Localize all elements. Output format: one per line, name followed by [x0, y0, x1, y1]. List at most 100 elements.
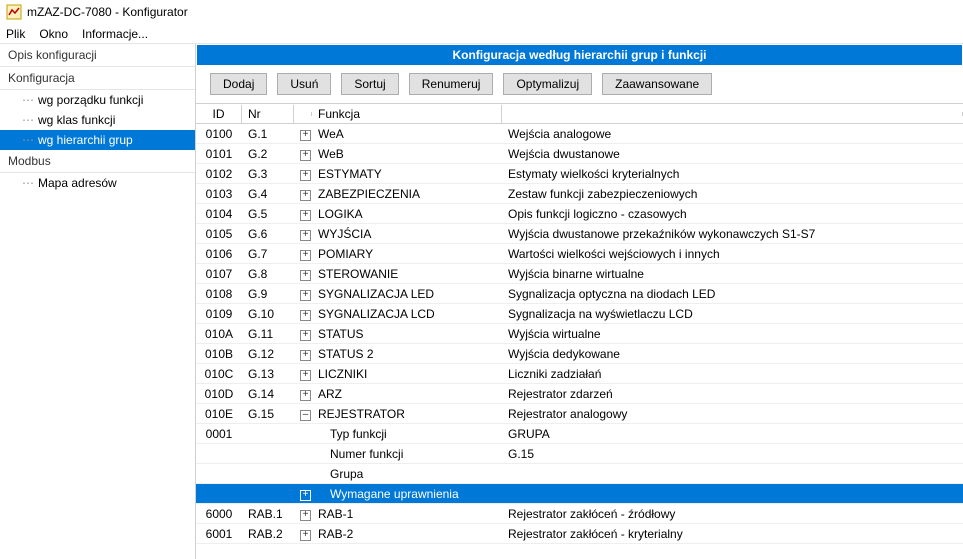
expand-icon[interactable]: + [294, 265, 312, 282]
grid-row[interactable]: 0102G.3+ESTYMATYEstymaty wielkości kryte… [196, 164, 963, 184]
grid-row[interactable]: 0105G.6+WYJŚCIAWyjścia dwustanowe przeka… [196, 224, 963, 244]
cell-func: WeB [312, 146, 502, 162]
grid-row[interactable]: 0103G.4+ZABEZPIECZENIAZestaw funkcji zab… [196, 184, 963, 204]
grid-row[interactable]: 010DG.14+ARZRejestrator zdarzeń [196, 384, 963, 404]
menu-item[interactable]: Okno [39, 27, 68, 41]
grid-row[interactable]: 0107G.8+STEROWANIEWyjścia binarne wirtua… [196, 264, 963, 284]
expand-icon[interactable]: + [294, 145, 312, 162]
content-pane: Konfiguracja według hierarchii grup i fu… [196, 44, 963, 559]
sidebar-item[interactable]: ⋯wg hierarchii grup [0, 130, 195, 150]
expand-icon[interactable]: + [294, 225, 312, 242]
sidebar-item[interactable]: ⋯wg klas funkcji [0, 110, 195, 130]
cell-func: STATUS 2 [312, 346, 502, 362]
cell-nr [242, 473, 294, 475]
plus-icon: + [300, 530, 311, 541]
expand-icon[interactable]: + [294, 205, 312, 222]
expand-icon[interactable]: + [294, 305, 312, 322]
menu-item[interactable]: Plik [6, 27, 25, 41]
plus-icon: + [300, 290, 311, 301]
cell-desc: Wyjścia binarne wirtualne [502, 266, 963, 282]
cell-nr: G.5 [242, 206, 294, 222]
cell-func: POMIARY [312, 246, 502, 262]
expand-icon[interactable]: + [294, 185, 312, 202]
expand-icon[interactable]: – [294, 405, 312, 422]
grid-row[interactable]: Grupa [196, 464, 963, 484]
grid-row[interactable]: 0106G.7+POMIARYWartości wielkości wejści… [196, 244, 963, 264]
cell-id: 0106 [196, 246, 242, 262]
toolbar-button[interactable]: Optymalizuj [503, 73, 592, 95]
sidebar-group-header[interactable]: Opis konfiguracji [0, 44, 195, 67]
plus-icon: + [300, 330, 311, 341]
cell-nr: G.1 [242, 126, 294, 142]
col-header-exp [294, 112, 312, 116]
grid-row[interactable]: 6000RAB.1+RAB-1Rejestrator zakłóceń - źr… [196, 504, 963, 524]
grid-row[interactable]: 0100G.1+WeAWejścia analogowe [196, 124, 963, 144]
expand-icon[interactable]: + [294, 345, 312, 362]
expand-icon[interactable]: + [294, 385, 312, 402]
expand-icon[interactable]: + [294, 245, 312, 262]
grid-row[interactable]: 010CG.13+LICZNIKILiczniki zadziałań [196, 364, 963, 384]
cell-desc: G.15 [502, 446, 963, 462]
toolbar-button[interactable]: Renumeruj [409, 73, 494, 95]
cell-desc [502, 493, 963, 495]
grid-row[interactable]: 0109G.10+SYGNALIZACJA LCDSygnalizacja na… [196, 304, 963, 324]
menu-item[interactable]: Informacje... [82, 27, 148, 41]
col-header-func[interactable]: Funkcja [312, 105, 502, 123]
window-title: mZAZ-DC-7080 - Konfigurator [27, 5, 188, 19]
toolbar-button[interactable]: Sortuj [341, 73, 398, 95]
grid-row[interactable]: 0101G.2+WeBWejścia dwustanowe [196, 144, 963, 164]
grid[interactable]: ID Nr Funkcja 0100G.1+WeAWejścia analogo… [196, 103, 963, 559]
col-header-id[interactable]: ID [196, 105, 242, 123]
toolbar-button[interactable]: Dodaj [210, 73, 267, 95]
grid-row[interactable]: 010EG.15–REJESTRATORRejestrator analogow… [196, 404, 963, 424]
cell-desc: Sygnalizacja na wyświetlaczu LCD [502, 306, 963, 322]
cell-func: SYGNALIZACJA LCD [312, 306, 502, 322]
cell-desc: Wyjścia dwustanowe przekaźników wykonawc… [502, 226, 963, 242]
cell-desc: Wejścia analogowe [502, 126, 963, 142]
sidebar-group-header[interactable]: Modbus [0, 150, 195, 173]
grid-row[interactable]: Numer funkcjiG.15 [196, 444, 963, 464]
expand-icon[interactable]: + [294, 165, 312, 182]
cell-id: 0108 [196, 286, 242, 302]
cell-func: ESTYMATY [312, 166, 502, 182]
cell-func: REJESTRATOR [312, 406, 502, 422]
grid-row[interactable]: 0001Typ funkcjiGRUPA [196, 424, 963, 444]
col-header-nr[interactable]: Nr [242, 105, 294, 123]
cell-desc: Rejestrator zakłóceń - źródłowy [502, 506, 963, 522]
sidebar-item[interactable]: ⋯wg porządku funkcji [0, 90, 195, 110]
grid-row[interactable]: 010AG.11+STATUSWyjścia wirtualne [196, 324, 963, 344]
tree-connector-icon: ⋯ [22, 176, 34, 190]
plus-icon: + [300, 370, 311, 381]
toolbar-button[interactable]: Usuń [277, 73, 331, 95]
cell-id: 010C [196, 366, 242, 382]
grid-row[interactable]: 0104G.5+LOGIKAOpis funkcji logiczno - cz… [196, 204, 963, 224]
cell-desc: Sygnalizacja optyczna na diodach LED [502, 286, 963, 302]
cell-nr: G.4 [242, 186, 294, 202]
toolbar-button[interactable]: Zaawansowane [602, 73, 712, 95]
expand-icon[interactable]: + [294, 285, 312, 302]
grid-row[interactable]: 6001RAB.2+RAB-2Rejestrator zakłóceń - kr… [196, 524, 963, 544]
expand-icon[interactable]: + [294, 505, 312, 522]
cell-nr: G.12 [242, 346, 294, 362]
sidebar-item-label: Mapa adresów [38, 176, 117, 190]
cell-id: 6000 [196, 506, 242, 522]
expand-icon[interactable]: + [294, 525, 312, 542]
cell-func: STEROWANIE [312, 266, 502, 282]
grid-row[interactable]: +Wymagane uprawnienia [196, 484, 963, 504]
sidebar-item[interactable]: ⋯ Mapa adresów [0, 173, 195, 193]
cell-id: 0101 [196, 146, 242, 162]
cell-func: SYGNALIZACJA LED [312, 286, 502, 302]
cell-id [196, 493, 242, 495]
grid-row[interactable]: 010BG.12+STATUS 2Wyjścia dedykowane [196, 344, 963, 364]
sidebar-group-header[interactable]: Konfiguracja [0, 67, 195, 90]
sidebar-item-label: wg hierarchii grup [38, 133, 133, 147]
plus-icon: + [300, 130, 311, 141]
cell-id: 0104 [196, 206, 242, 222]
expand-icon[interactable]: + [294, 125, 312, 142]
grid-row[interactable]: 0108G.9+SYGNALIZACJA LEDSygnalizacja opt… [196, 284, 963, 304]
expand-icon[interactable]: + [294, 365, 312, 382]
expand-icon[interactable]: + [294, 485, 312, 502]
cell-desc: Wejścia dwustanowe [502, 146, 963, 162]
expand-icon[interactable]: + [294, 325, 312, 342]
cell-id: 010A [196, 326, 242, 342]
